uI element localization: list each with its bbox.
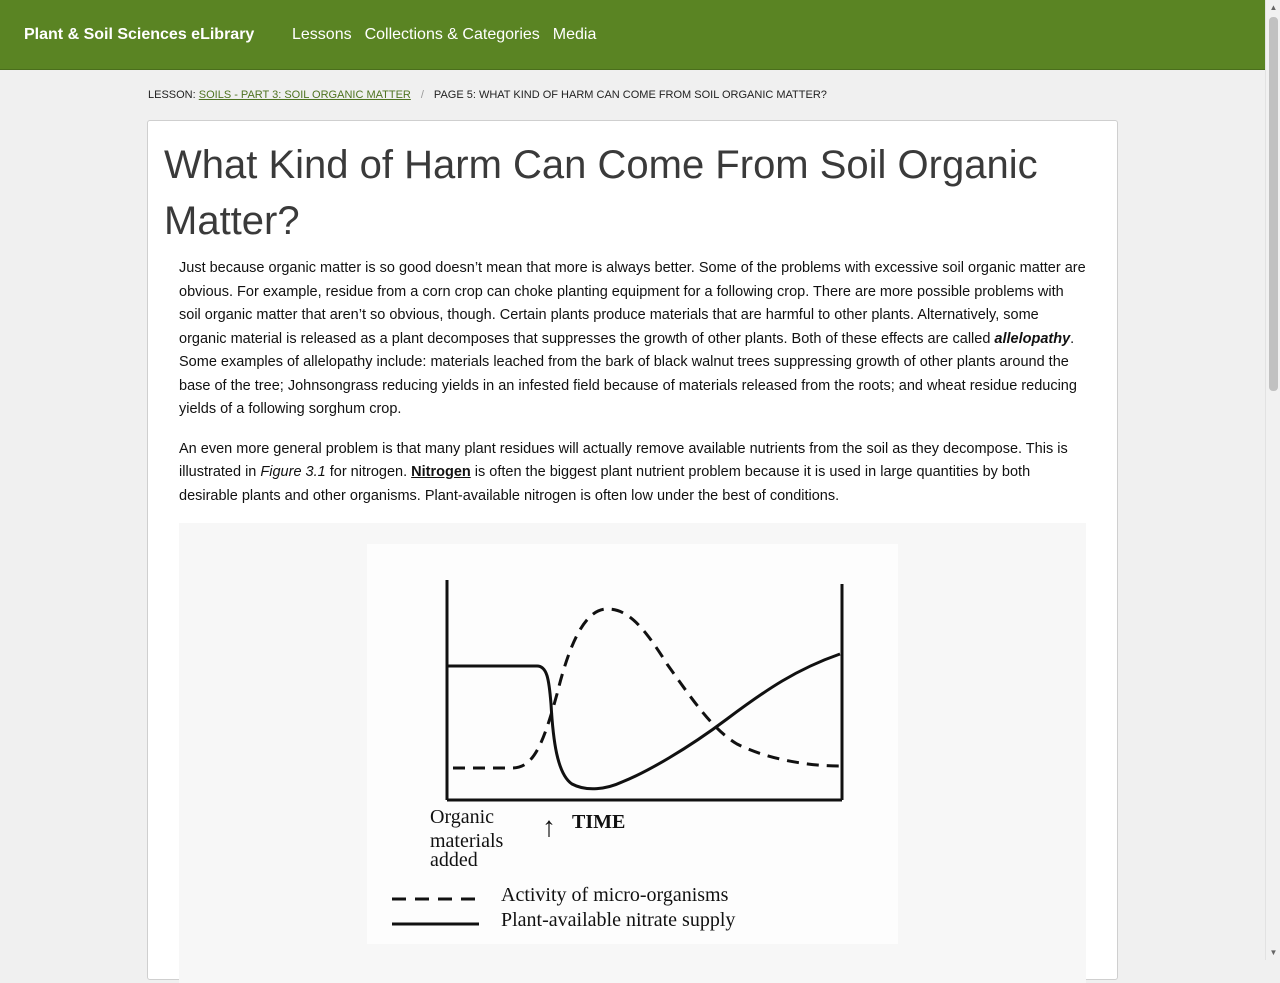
- figure-reference: Figure 3.1: [260, 464, 326, 480]
- up-arrow-icon: ↑: [542, 812, 556, 843]
- scroll-thumb[interactable]: [1269, 17, 1278, 391]
- label-added: added: [430, 849, 478, 871]
- term-allelopathy: allelopathy: [994, 330, 1071, 347]
- paragraph-allelopathy: Just because organic matter is so good d…: [179, 257, 1089, 422]
- label-time: TIME: [572, 811, 625, 833]
- legend-solid-label: Plant-available nitrate supply: [501, 909, 735, 931]
- breadcrumb-prefix: Lesson:: [148, 89, 199, 101]
- legend-dashed-label: Activity of micro-organisms: [501, 884, 729, 906]
- breadcrumb-lesson-link[interactable]: Soils - Part 3: Soil Organic Matter: [199, 89, 411, 101]
- main-nav: Lessons Collections & Categories Media: [292, 25, 596, 45]
- scroll-down-arrow-icon[interactable]: ▼: [1266, 945, 1280, 960]
- microorganism-activity-curve: [453, 607, 841, 770]
- nav-media-link[interactable]: Media: [553, 25, 597, 45]
- figure-graph: Organic materials added ↑ TIME Activity …: [392, 580, 844, 931]
- paragraph-1-text-a: Just because organic matter is so good d…: [179, 260, 1086, 347]
- top-navbar: Plant & Soil Sciences eLibrary Lessons C…: [0, 0, 1265, 70]
- site-brand-link[interactable]: Plant & Soil Sciences eLibrary: [24, 25, 254, 45]
- figure-image[interactable]: Organic materials added ↑ TIME Activity …: [367, 544, 898, 944]
- scroll-up-arrow-icon[interactable]: ▲: [1266, 0, 1280, 15]
- page-title: What Kind of Harm Can Come From Soil Org…: [164, 143, 1038, 243]
- lesson-content: Just because organic matter is so good d…: [179, 257, 1089, 524]
- breadcrumb: Lesson: Soils - Part 3: Soil Organic Mat…: [148, 88, 827, 102]
- label-organic: Organic: [430, 806, 494, 828]
- breadcrumb-current-page: Page 5: What Kind of Harm Can Come From …: [433, 89, 827, 101]
- nitrogen-link[interactable]: Nitrogen: [411, 464, 471, 480]
- nitrate-supply-curve: [447, 652, 841, 791]
- figure-container: Organic materials added ↑ TIME Activity …: [179, 523, 1086, 983]
- nav-lessons-link[interactable]: Lessons: [292, 25, 352, 45]
- breadcrumb-separator: /: [420, 89, 424, 101]
- nav-collections-link[interactable]: Collections & Categories: [365, 25, 540, 45]
- lesson-card: What Kind of Harm Can Come From Soil Org…: [147, 120, 1118, 983]
- paragraph-2-text-b: for nitrogen.: [325, 464, 412, 480]
- page-scrollbar[interactable]: ▲ ▼: [1265, 0, 1280, 960]
- paragraph-nutrients: An even more general problem is that man…: [179, 438, 1089, 509]
